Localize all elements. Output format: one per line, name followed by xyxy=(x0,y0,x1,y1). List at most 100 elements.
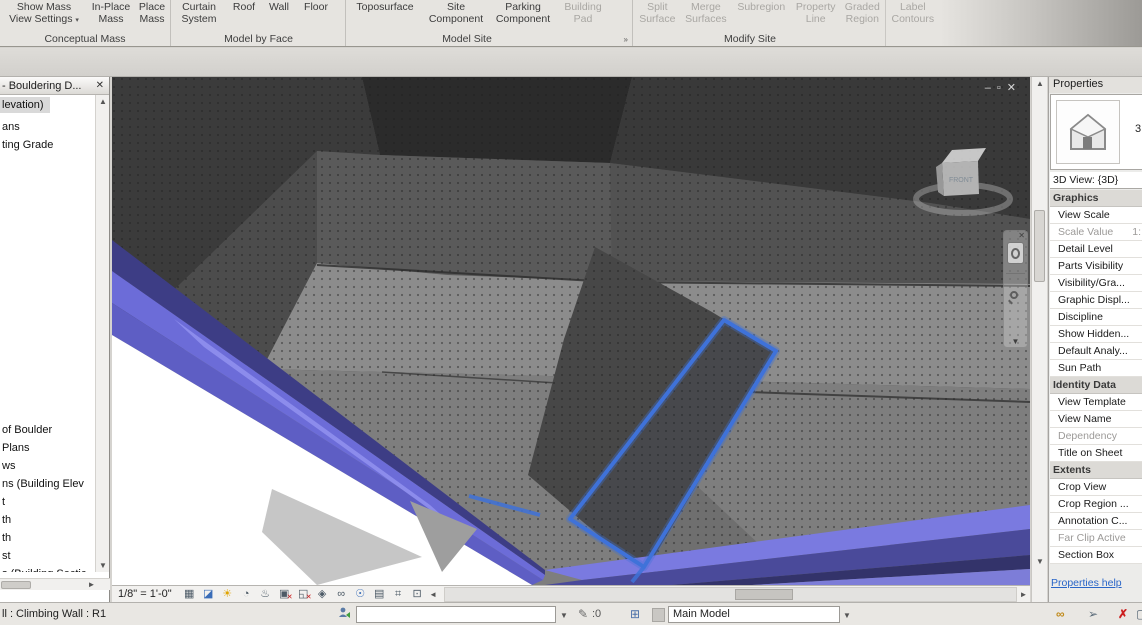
design-options-icon[interactable]: ⊞ xyxy=(630,607,640,621)
crop-view-icon[interactable]: ▣ ✕ xyxy=(276,587,293,602)
property-row[interactable]: Crop Region ... xyxy=(1050,496,1142,513)
property-row[interactable]: Crop View xyxy=(1050,479,1142,496)
property-row[interactable]: View Name xyxy=(1050,411,1142,428)
property-row[interactable]: Default Analy... xyxy=(1050,343,1142,360)
curtain-system-button[interactable]: Curtain System xyxy=(172,0,226,25)
scroll-right-icon[interactable]: ► xyxy=(85,579,98,591)
property-line-button[interactable]: Property Line xyxy=(791,0,840,25)
steering-wheel-icon[interactable] xyxy=(1007,242,1024,264)
in-place-mass-button[interactable]: In-Place Mass xyxy=(88,0,134,25)
property-row[interactable]: Discipline xyxy=(1050,309,1142,326)
graded-region-button[interactable]: Graded Region xyxy=(840,0,885,25)
tree-item[interactable]: s (Building Sectic xyxy=(0,565,96,572)
property-row[interactable]: Annotation C... xyxy=(1050,513,1142,530)
property-row[interactable]: Visibility/Gra... xyxy=(1050,275,1142,292)
tree-item[interactable]: ting Grade xyxy=(0,136,96,154)
toposurface-button[interactable]: Toposurface xyxy=(347,0,423,13)
workset-combo[interactable] xyxy=(356,606,556,623)
scroll-up-icon[interactable]: ▲ xyxy=(1032,77,1048,90)
rendering-dialog-icon[interactable]: ♨ xyxy=(257,587,274,602)
lock-3d-view-icon[interactable]: ◈ xyxy=(314,587,331,602)
visual-style-icon[interactable]: ◪ xyxy=(200,587,217,602)
show-mass-button[interactable]: Show Mass View Settings ▾ xyxy=(0,0,88,27)
3d-view-type-icon[interactable] xyxy=(1056,100,1120,164)
crop-region-icon[interactable]: ◱ ✕ xyxy=(295,587,312,602)
close-icon[interactable]: ✕ xyxy=(93,80,107,91)
analytical-model-icon[interactable]: ⌗ xyxy=(390,587,407,602)
tree-item-selected[interactable]: levation) xyxy=(0,97,50,113)
detail-level-icon[interactable]: ▦ xyxy=(181,587,198,602)
navigation-bar[interactable]: ✕ ▼ xyxy=(1003,230,1028,348)
worksharing-icon[interactable] xyxy=(338,606,352,623)
displacement-sets-icon[interactable]: ⊡ xyxy=(409,587,426,602)
navbar-close-icon[interactable]: ✕ xyxy=(1018,231,1025,240)
property-row[interactable]: Detail Level xyxy=(1050,241,1142,258)
select-pinned-icon[interactable]: ✗ xyxy=(1118,607,1128,621)
scrollbar-thumb[interactable] xyxy=(1034,210,1045,282)
project-browser-titlebar[interactable]: - Bouldering D... ✕ xyxy=(0,77,109,95)
property-row[interactable]: Scale Value 1: xyxy=(1050,224,1142,241)
tree-item[interactable]: ws xyxy=(0,457,96,475)
select-underlay-icon[interactable]: ➢ xyxy=(1088,607,1098,621)
3d-view-canvas[interactable]: FRONT xyxy=(112,77,1030,585)
scroll-down-icon[interactable]: ▼ xyxy=(96,559,110,572)
browser-horizontal-scrollbar[interactable]: ► xyxy=(0,578,110,590)
properties-header[interactable]: Properties xyxy=(1049,77,1142,93)
tree-item[interactable]: th xyxy=(0,511,96,529)
building-pad-button[interactable]: Building Pad xyxy=(557,0,609,25)
instance-selector[interactable]: 3D View: {3D} xyxy=(1050,172,1142,189)
property-row[interactable]: Sun Path xyxy=(1050,360,1142,377)
property-row[interactable]: Title on Sheet xyxy=(1050,445,1142,462)
hscroll-left-icon[interactable]: ◄ xyxy=(427,590,440,599)
site-component-button[interactable]: Site Component xyxy=(423,0,489,25)
restore-icon[interactable]: ▫ xyxy=(997,82,1007,94)
tree-item[interactable]: st xyxy=(0,547,96,565)
split-surface-button[interactable]: Split Surface xyxy=(634,0,681,25)
temporary-view-properties-icon[interactable]: ▤ xyxy=(371,587,388,602)
scroll-up-icon[interactable]: ▲ xyxy=(96,95,110,108)
temporary-hide-isolate-icon[interactable]: ∞ xyxy=(333,587,350,602)
place-mass-button[interactable]: Place Mass xyxy=(134,0,170,25)
tree-item[interactable]: Plans xyxy=(0,439,96,457)
view-scale-control[interactable]: 1/8" = 1'-0" xyxy=(118,588,172,600)
zoom-icon[interactable] xyxy=(1010,291,1018,299)
design-options-toggle[interactable] xyxy=(652,608,665,622)
property-row[interactable]: Far Clip Active xyxy=(1050,530,1142,547)
property-row[interactable]: View Scale xyxy=(1050,207,1142,224)
property-row[interactable]: View Template xyxy=(1050,394,1142,411)
property-row[interactable]: Graphic Displ... xyxy=(1050,292,1142,309)
viewport-vertical-scrollbar[interactable]: ▲ ▼ xyxy=(1031,77,1047,602)
minimize-icon[interactable]: – xyxy=(985,82,997,94)
properties-help-link[interactable]: Properties help xyxy=(1051,577,1122,589)
close-icon[interactable]: ✕ xyxy=(1007,82,1022,94)
property-row[interactable]: Show Hidden... xyxy=(1050,326,1142,343)
label-contours-button[interactable]: Label Contours xyxy=(886,0,940,25)
subregion-button[interactable]: Subregion xyxy=(731,0,791,13)
chevron-down-icon[interactable]: ▼ xyxy=(843,611,851,620)
wall-button[interactable]: Wall xyxy=(262,0,296,13)
tree-item[interactable]: t xyxy=(0,493,96,511)
3d-viewport[interactable]: FRONT –▫✕ ✕ ▼ xyxy=(112,77,1030,585)
floor-button[interactable]: Floor xyxy=(296,0,336,13)
property-row[interactable]: Dependency xyxy=(1050,428,1142,445)
parking-component-button[interactable]: Parking Component xyxy=(489,0,557,25)
chevron-down-icon[interactable]: ▼ xyxy=(560,611,568,620)
view-window-controls[interactable]: –▫✕ xyxy=(985,81,1022,94)
reveal-hidden-elements-icon[interactable]: ☉ xyxy=(352,587,369,602)
sun-path-icon[interactable]: ☀ xyxy=(219,587,236,602)
chevron-down-icon[interactable]: ▼ xyxy=(1004,337,1027,346)
tree-item[interactable]: ans xyxy=(0,118,96,136)
property-row[interactable]: Section Box xyxy=(1050,547,1142,564)
scroll-down-icon[interactable]: ▼ xyxy=(1032,555,1048,568)
type-selector[interactable]: 3D xyxy=(1050,94,1142,170)
property-row[interactable]: Parts Visibility xyxy=(1050,258,1142,275)
editing-requests-icon[interactable]: ✎ xyxy=(578,607,588,621)
panel-launcher-icon[interactable]: » xyxy=(624,35,628,44)
merge-surfaces-button[interactable]: Merge Surfaces xyxy=(681,0,732,25)
hscroll-right-icon[interactable]: ► xyxy=(1017,590,1030,599)
tree-item[interactable]: ns (Building Elev xyxy=(0,475,96,493)
scrollbar-thumb[interactable] xyxy=(1,581,31,589)
select-by-face-icon[interactable]: ▢ xyxy=(1136,607,1142,621)
browser-vertical-scrollbar[interactable]: ▲ ▼ xyxy=(95,95,109,572)
tree-item[interactable]: th xyxy=(0,529,96,547)
